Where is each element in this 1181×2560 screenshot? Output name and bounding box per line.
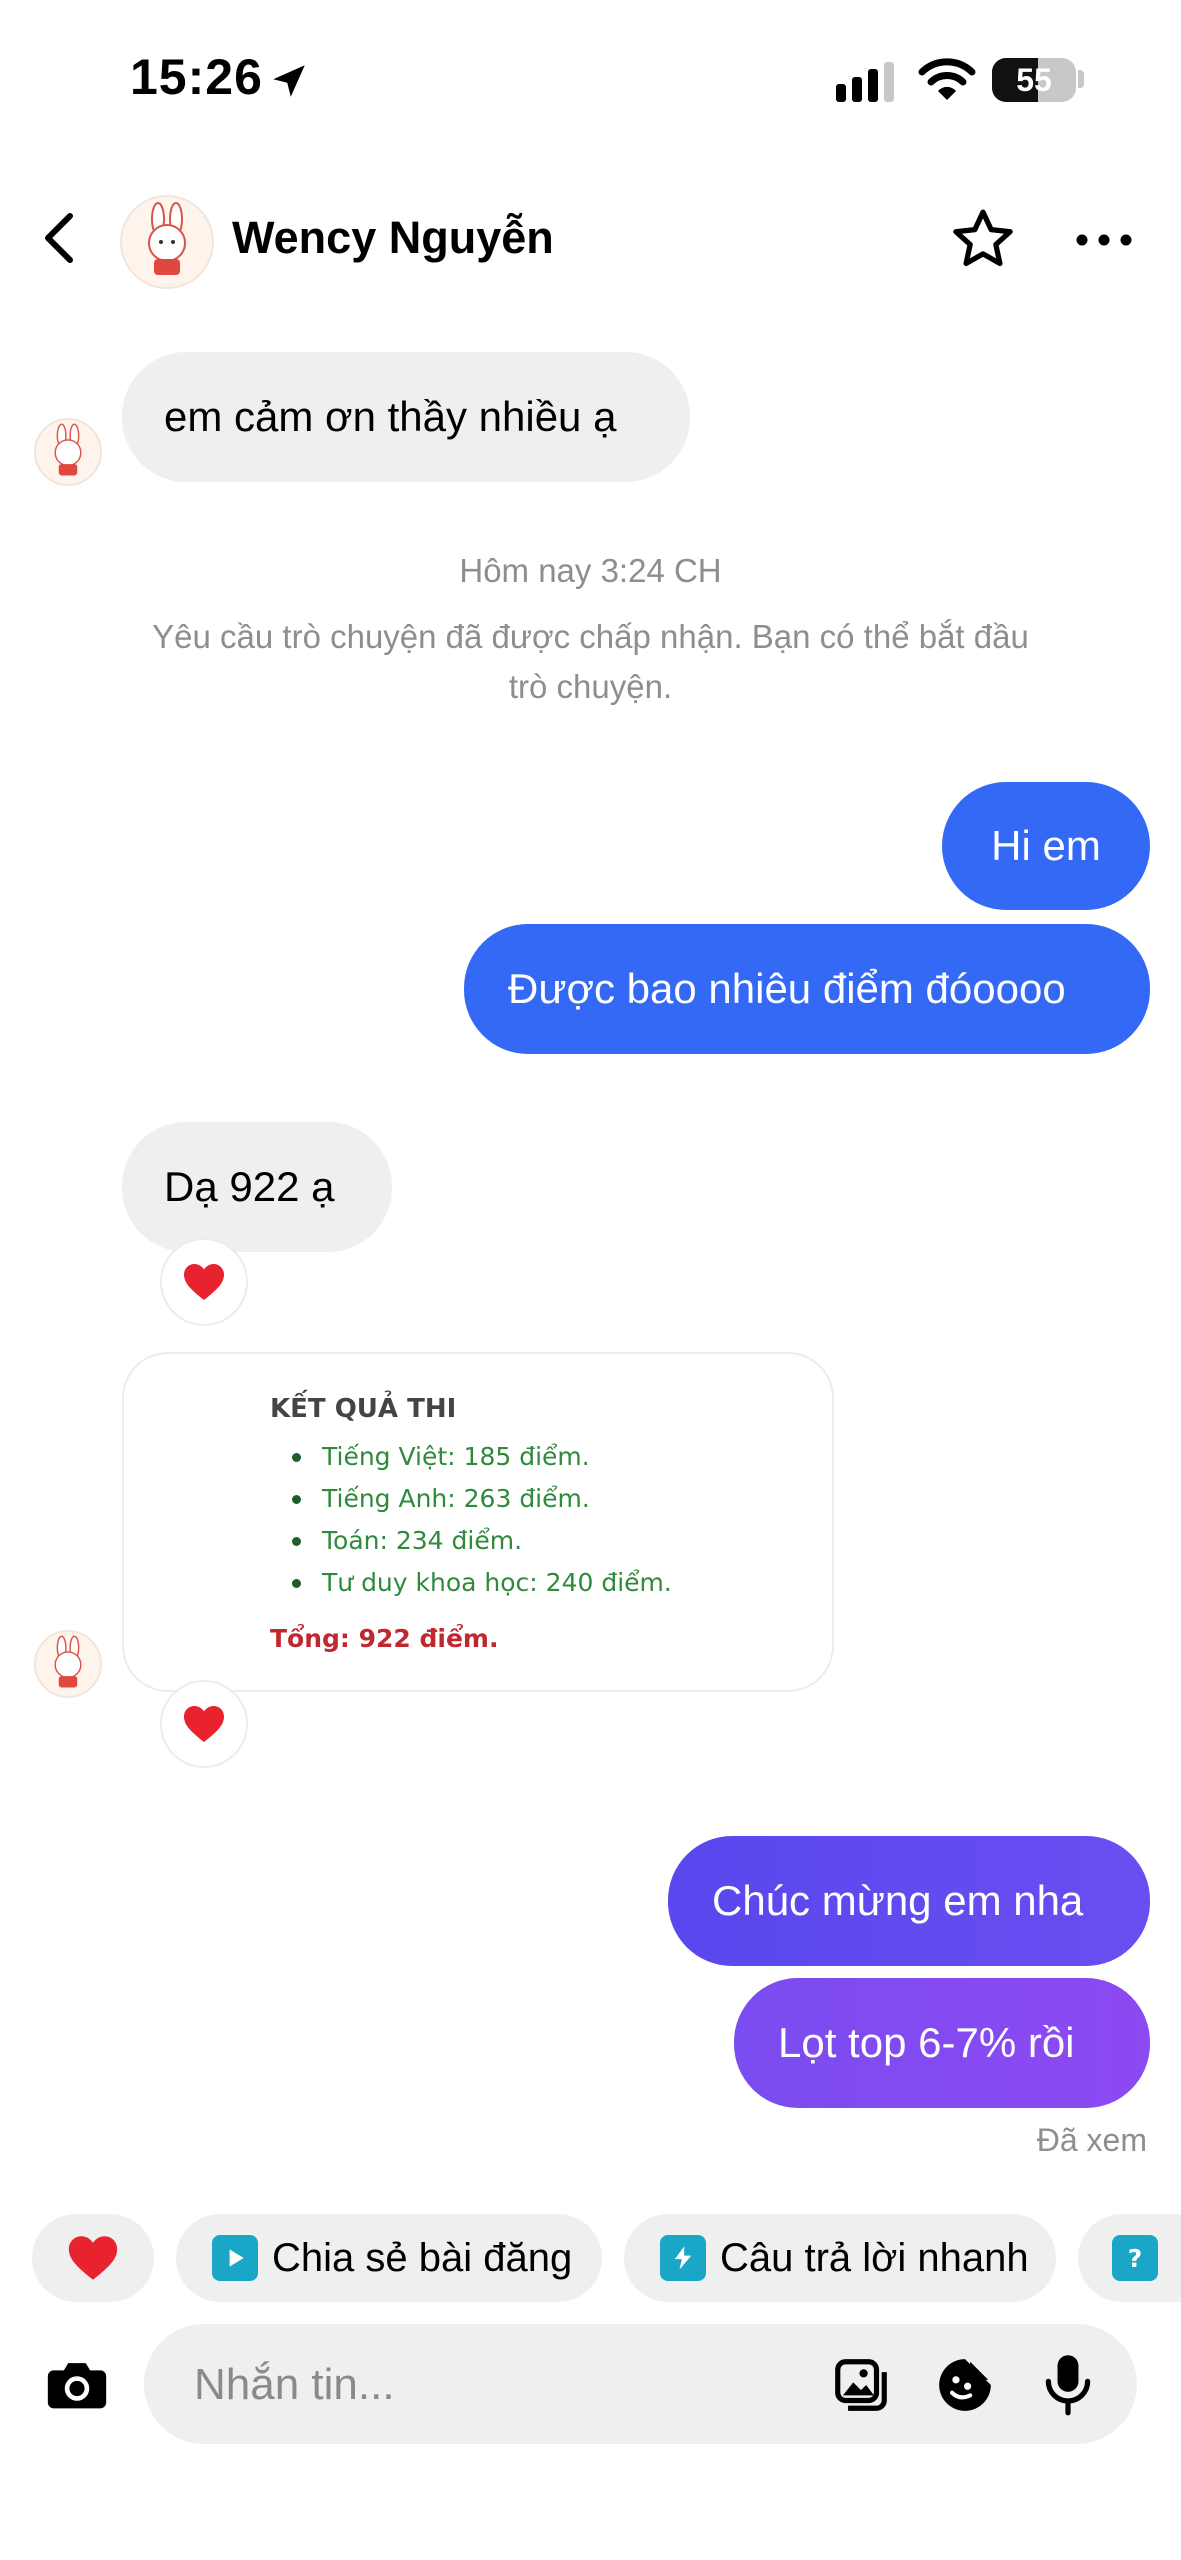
message-composer[interactable] <box>144 2324 1137 2444</box>
bunny-avatar-icon <box>54 1635 82 1688</box>
incoming-message[interactable]: em cảm ơn thầy nhiều ạ <box>122 352 690 482</box>
heart-reaction[interactable] <box>160 1680 248 1768</box>
message-text: Được bao nhiêu điểm đóoooo <box>508 965 1066 1012</box>
location-arrow-icon <box>273 65 305 97</box>
chip-label: Câu trả lời nhanh <box>720 2235 1029 2280</box>
chip-label: Chia sẻ bài đăng <box>272 2235 573 2280</box>
more-options-icon[interactable] <box>1074 228 1134 252</box>
exam-result-image[interactable]: KẾT QUẢ THI Tiếng Việt: 185 điểm. Tiếng … <box>122 1352 834 1692</box>
score-item: Tư duy khoa học: 240 điểm. <box>292 1562 672 1604</box>
bunny-avatar-icon <box>148 202 186 275</box>
seen-status: Đã xem <box>1036 2122 1147 2158</box>
gallery-icon[interactable] <box>830 2354 892 2416</box>
cellular-signal-icon <box>836 62 894 102</box>
message-text: Lọt top 6-7% rồi <box>778 2019 1075 2066</box>
camera-icon[interactable] <box>42 2350 112 2420</box>
contact-name[interactable]: Wency Nguyễn <box>232 212 554 264</box>
contact-avatar[interactable] <box>120 195 214 289</box>
outgoing-message[interactable]: Lọt top 6-7% rồi <box>734 1978 1150 2108</box>
bunny-avatar-icon <box>54 423 82 476</box>
sender-avatar[interactable] <box>34 418 102 486</box>
exam-total: Tổng: 922 điểm. <box>270 1624 499 1653</box>
message-input[interactable] <box>192 2352 796 2418</box>
score-item: Toán: 234 điểm. <box>292 1520 672 1562</box>
lightning-bubble-icon <box>660 2235 706 2281</box>
message-text: Hi em <box>991 822 1101 869</box>
microphone-icon[interactable] <box>1036 2350 1100 2418</box>
heart-icon <box>184 1706 224 1742</box>
score-item: Tiếng Việt: 185 điểm. <box>292 1436 672 1478</box>
battery-icon: 55 <box>992 58 1076 102</box>
svg-text:?: ? <box>1128 2244 1143 2273</box>
back-arrow-icon[interactable] <box>38 210 82 266</box>
system-message-line2: trò chuyện. <box>508 668 673 705</box>
message-text: Chúc mừng em nha <box>712 1877 1084 1924</box>
message-text: Dạ 922 ạ <box>164 1163 335 1210</box>
exam-result-title: KẾT QUẢ THI <box>270 1394 457 1424</box>
battery-cap <box>1078 70 1084 88</box>
outgoing-message[interactable]: Chúc mừng em nha <box>668 1836 1150 1966</box>
timestamp: Hôm nay 3:24 CH <box>459 552 722 589</box>
star-icon[interactable] <box>948 204 1018 274</box>
score-item: Tiếng Anh: 263 điểm. <box>292 1478 672 1520</box>
heart-icon <box>184 1264 224 1300</box>
wifi-icon <box>918 58 976 100</box>
system-message-line1: Yêu cầu trò chuyện đã được chấp nhận. Bạ… <box>152 618 1029 655</box>
battery-level-text: 55 <box>1016 61 1052 98</box>
outgoing-message[interactable]: Được bao nhiêu điểm đóoooo <box>464 924 1150 1054</box>
share-post-chip[interactable]: Chia sẻ bài đăng <box>176 2214 602 2302</box>
exam-score-list: Tiếng Việt: 185 điểm. Tiếng Anh: 263 điể… <box>292 1436 672 1604</box>
heart-quick-reaction[interactable] <box>32 2214 154 2302</box>
message-text: em cảm ơn thầy nhiều ạ <box>164 393 617 440</box>
heart-reaction[interactable] <box>160 1238 248 1326</box>
question-icon: ? <box>1112 2235 1158 2281</box>
status-time: 15:26 <box>130 49 263 105</box>
faq-chip[interactable]: ? <box>1078 2214 1181 2302</box>
outgoing-message[interactable]: Hi em <box>942 782 1150 910</box>
play-icon <box>212 2235 258 2281</box>
sticker-icon[interactable] <box>934 2354 996 2416</box>
incoming-message[interactable]: Dạ 922 ạ <box>122 1122 392 1252</box>
heart-icon <box>68 2236 118 2280</box>
sender-avatar[interactable] <box>34 1630 102 1698</box>
quick-answer-chip[interactable]: Câu trả lời nhanh <box>624 2214 1056 2302</box>
